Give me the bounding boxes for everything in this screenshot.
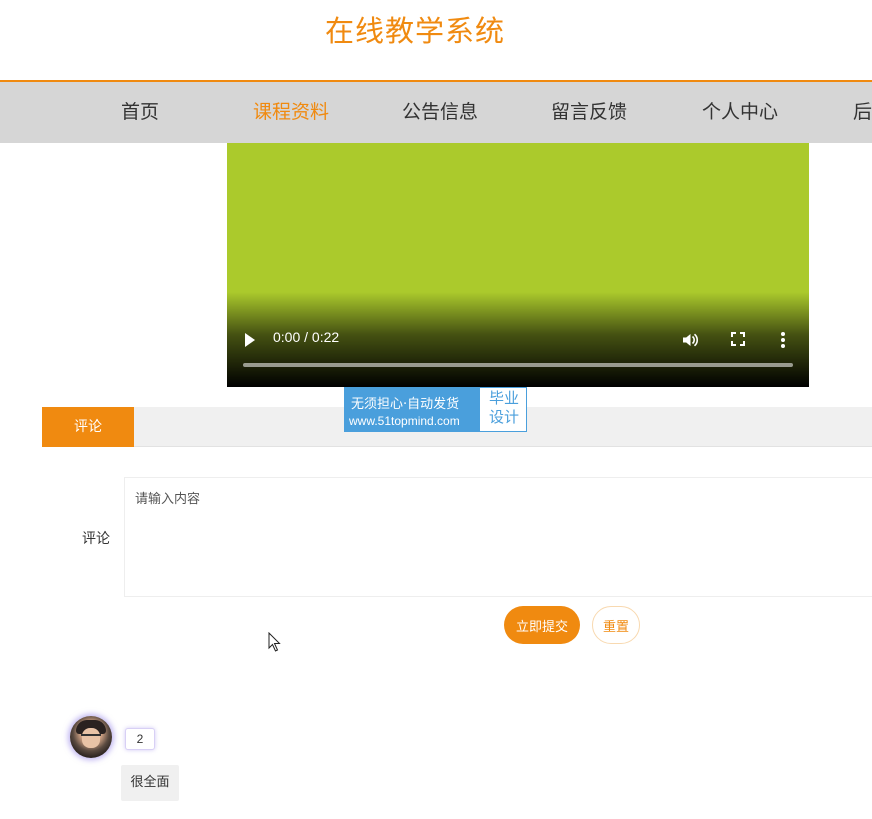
video-progress-bar[interactable] (243, 363, 793, 367)
play-icon[interactable] (245, 333, 255, 347)
watermark-left-panel: 无须担心·自动发货 www.51topmind.com (345, 388, 480, 431)
fullscreen-icon[interactable] (731, 332, 745, 346)
watermark-url: www.51topmind.com (349, 414, 460, 428)
volume-icon[interactable] (681, 331, 699, 349)
nav-item-feedback[interactable]: 留言反馈 (551, 82, 627, 143)
video-time: 0:00 / 0:22 (273, 329, 340, 345)
avatar-glasses (81, 734, 101, 740)
watermark-side-text-1: 毕业 (488, 389, 519, 407)
comment-text: 很全面 (121, 765, 179, 801)
nav-item-personal-center[interactable]: 个人中心 (702, 82, 778, 143)
nav-item-announcements[interactable]: 公告信息 (402, 82, 478, 143)
watermark-right-panel: 毕业 设计 (482, 389, 526, 427)
nav-item-home[interactable]: 首页 (121, 82, 159, 143)
reset-button[interactable]: 重置 (592, 606, 640, 644)
watermark-badge: 无须担心·自动发货 www.51topmind.com 毕业 设计 (344, 387, 527, 432)
comment-input[interactable] (124, 477, 872, 597)
submit-button[interactable]: 立即提交 (504, 606, 580, 644)
site-title: 在线教学系统 (324, 14, 505, 48)
video-player[interactable]: 0:00 / 0:22 (227, 143, 809, 387)
watermark-side-text-2: 设计 (488, 408, 519, 426)
commenter-username: 2 (125, 728, 155, 750)
main-navbar: 首页 课程资料 公告信息 留言反馈 个人中心 后 (0, 80, 872, 143)
tab-comments[interactable]: 评论 (42, 407, 134, 447)
nav-item-backend[interactable]: 后 (853, 82, 872, 143)
more-options-icon[interactable] (780, 331, 786, 349)
mouse-cursor-icon (268, 632, 281, 652)
nav-item-course-materials[interactable]: 课程资料 (253, 82, 329, 143)
watermark-slogan: 无须担心·自动发货 (351, 397, 460, 412)
comment-label: 评论 (82, 531, 110, 547)
commenter-avatar (70, 716, 112, 758)
